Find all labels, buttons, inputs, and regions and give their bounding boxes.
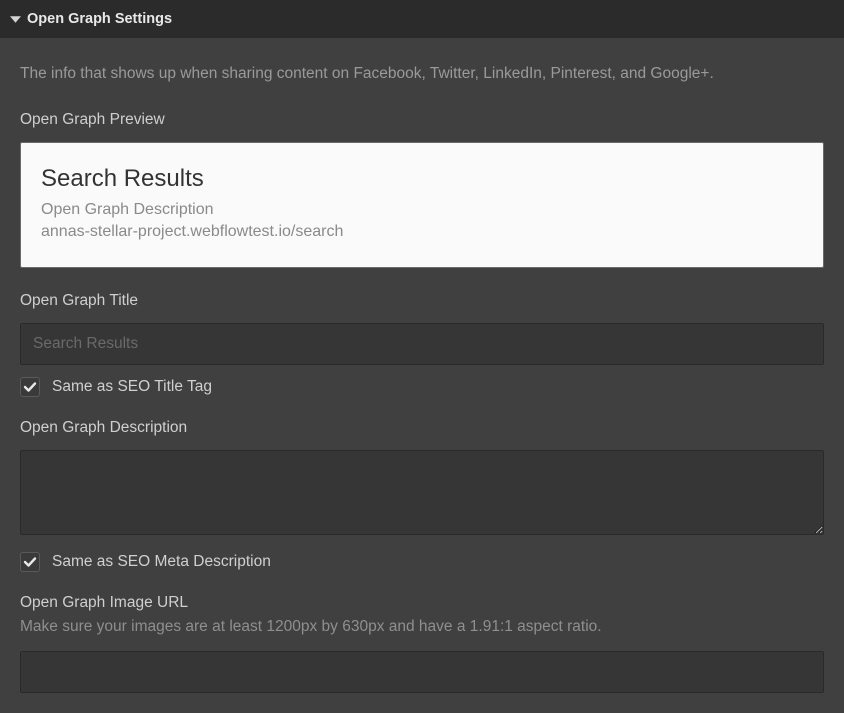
og-preview-card: Search Results Open Graph Description an… (20, 142, 824, 268)
chevron-down-icon (10, 14, 21, 25)
same-as-seo-title-label: Same as SEO Title Tag (52, 378, 212, 396)
checkmark-icon (23, 555, 37, 569)
og-image-url-input[interactable] (20, 651, 824, 693)
same-as-seo-title-checkbox[interactable] (20, 377, 40, 397)
og-title-input[interactable] (20, 323, 824, 365)
checkmark-icon (23, 380, 37, 394)
panel-header[interactable]: Open Graph Settings (0, 0, 844, 38)
same-as-seo-meta-checkbox[interactable] (20, 552, 40, 572)
og-image-label: Open Graph Image URL (20, 594, 824, 612)
panel-description: The info that shows up when sharing cont… (20, 62, 824, 85)
og-preview-title: Search Results (41, 165, 803, 193)
og-preview-url: annas-stellar-project.webflowtest.io/sea… (41, 223, 803, 241)
og-image-help: Make sure your images are at least 1200p… (20, 618, 824, 636)
og-preview-label: Open Graph Preview (20, 111, 824, 129)
og-title-label: Open Graph Title (20, 292, 824, 310)
og-description-input[interactable] (20, 450, 824, 535)
og-description-label: Open Graph Description (20, 419, 824, 437)
same-as-seo-meta-label: Same as SEO Meta Description (52, 553, 271, 571)
og-preview-description: Open Graph Description (41, 201, 803, 219)
panel-title: Open Graph Settings (27, 11, 172, 27)
